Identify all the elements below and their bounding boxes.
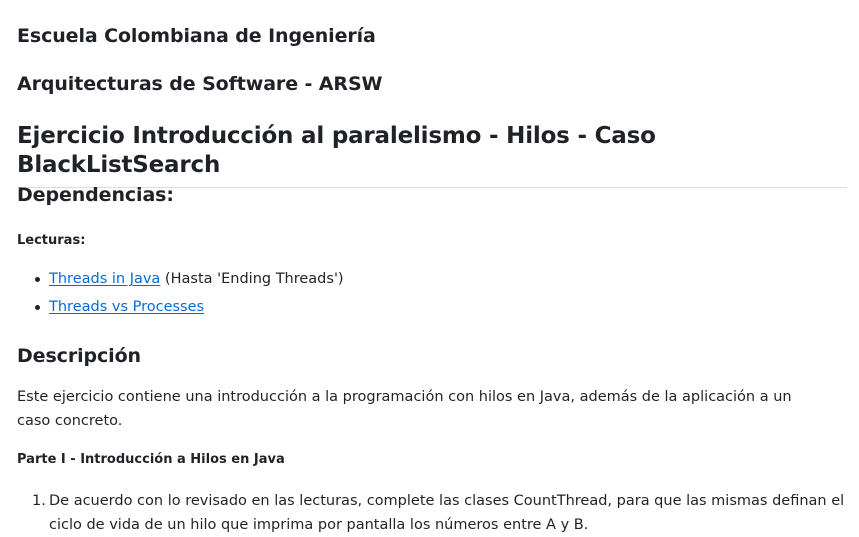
threads-vs-processes-link[interactable]: Threads vs Processes (49, 299, 204, 315)
dependencies-heading: Dependencias: (17, 184, 174, 206)
list-item: Threads in Java (Hasta 'Ending Threads') (17, 268, 344, 296)
part-one-heading: Parte I - Introducción a Hilos en Java (17, 452, 285, 467)
reading-suffix: (Hasta 'Ending Threads') (160, 271, 344, 287)
description-heading: Descripción (17, 345, 141, 367)
course-heading: Arquitecturas de Software - ARSW (17, 73, 383, 95)
readings-heading: Lecturas: (17, 233, 86, 248)
list-item-text: De acuerdo con lo revisado en las lectur… (49, 493, 845, 533)
threads-in-java-link[interactable]: Threads in Java (49, 271, 160, 287)
list-item-number: 1. (32, 493, 46, 509)
readings-list: Threads in Java (Hasta 'Ending Threads')… (17, 268, 344, 324)
school-heading: Escuela Colombiana de Ingeniería (17, 25, 376, 47)
bullet-icon (35, 277, 40, 282)
readme-document: Escuela Colombiana de Ingeniería Arquite… (0, 0, 859, 536)
page-title: Ejercicio Introducción al paralelismo - … (17, 122, 847, 188)
part-one-list: 1. De acuerdo con lo revisado en las lec… (17, 489, 851, 537)
bullet-icon (35, 305, 40, 310)
description-paragraph: Este ejercicio contiene una introducción… (17, 389, 792, 429)
list-item: Threads vs Processes (17, 296, 344, 324)
list-item: 1. De acuerdo con lo revisado en las lec… (17, 489, 851, 537)
